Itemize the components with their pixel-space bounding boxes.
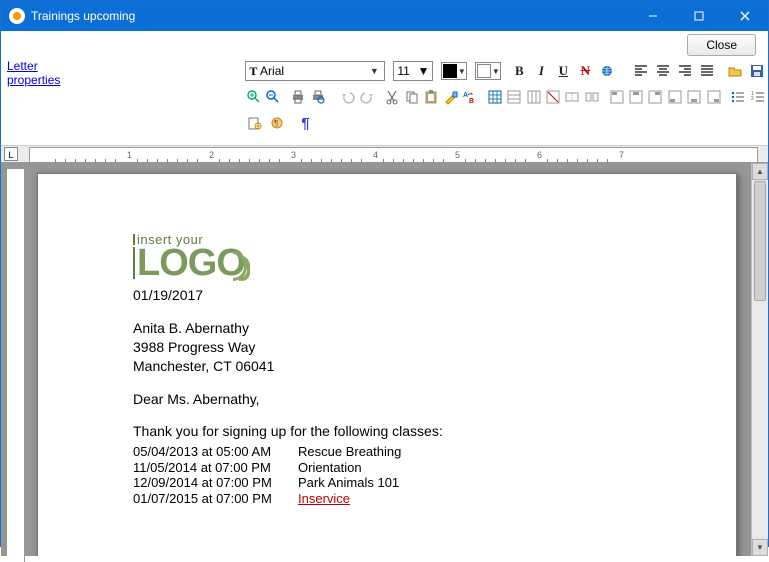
class-datetime: 01/07/2015 at 07:00 PM — [133, 491, 298, 507]
table-merge-button[interactable] — [564, 87, 581, 107]
class-name: Rescue Breathing — [298, 444, 401, 460]
letter-date: 01/19/2017 — [133, 287, 676, 304]
table-split-button[interactable] — [583, 87, 600, 107]
find-replace-button[interactable]: AB — [461, 87, 478, 107]
intro-text: Thank you for signing up for the followi… — [133, 423, 676, 440]
svg-text:¶: ¶ — [274, 119, 278, 128]
recipient-city: Manchester, CT 06041 — [133, 358, 676, 375]
titlebar: Trainings upcoming — [1, 1, 768, 31]
align-justify-button[interactable] — [697, 61, 717, 81]
recipient-street: 3988 Progress Way — [133, 339, 676, 356]
font-size-select[interactable]: 11 ▼ — [393, 61, 433, 81]
window-close-button[interactable] — [722, 1, 768, 31]
undo-button[interactable] — [339, 87, 356, 107]
strikethrough-button[interactable]: N — [575, 61, 595, 81]
window-title: Trainings upcoming — [31, 9, 630, 23]
ruler-mark: 4 — [373, 150, 378, 160]
class-row: 01/07/2015 at 07:00 PMInservice — [133, 491, 676, 507]
logo-arcs-icon — [241, 251, 250, 283]
ruler-mark: 7 — [619, 150, 624, 160]
svg-text:B: B — [469, 98, 474, 105]
italic-button[interactable]: I — [531, 61, 551, 81]
class-row: 11/05/2014 at 07:00 PMOrientation — [133, 460, 676, 476]
cell-align-bl-button[interactable] — [666, 87, 683, 107]
editor-toolbars: T Arial ▼ 11 ▼ ▼ ▼ B I U N — [245, 59, 769, 137]
vertical-scrollbar[interactable]: ▲ ▼ — [751, 163, 768, 556]
print-button[interactable] — [290, 87, 307, 107]
table-insert-row-button[interactable] — [505, 87, 522, 107]
minimize-button[interactable] — [630, 1, 676, 31]
insert-hyperlink-button[interactable] — [597, 61, 617, 81]
dropdown-icon: ▼ — [367, 66, 381, 76]
font-family-value: Arial — [260, 64, 284, 78]
cell-align-tl-button[interactable] — [608, 87, 625, 107]
logo-line2: LOGO — [133, 247, 245, 279]
font-size-value: 11 — [397, 64, 409, 78]
insert-field-button[interactable] — [245, 113, 265, 133]
ruler-mark: 5 — [455, 150, 460, 160]
letter-properties-link[interactable]: Letter properties — [7, 59, 60, 87]
text-color-picker[interactable]: ▼ — [441, 62, 467, 80]
close-button[interactable]: Close — [687, 34, 756, 56]
bold-button[interactable]: B — [509, 61, 529, 81]
ruler-mark: 3 — [291, 150, 296, 160]
class-datetime: 05/04/2013 at 05:00 AM — [133, 444, 298, 460]
recipient-name: Anita B. Abernathy — [133, 320, 676, 337]
align-right-button[interactable] — [675, 61, 695, 81]
print-preview-button[interactable] — [309, 87, 326, 107]
scroll-thumb[interactable] — [754, 181, 766, 301]
scroll-down-button[interactable]: ▼ — [752, 539, 768, 556]
ruler-mark: 2 — [209, 150, 214, 160]
classes-list: 05/04/2013 at 05:00 AMRescue Breathing11… — [133, 444, 676, 506]
class-name: Inservice — [298, 491, 350, 507]
scroll-up-button[interactable]: ▲ — [752, 163, 768, 180]
bullet-list-button[interactable] — [730, 87, 747, 107]
svg-text:2: 2 — [751, 96, 754, 102]
dropdown-icon: ▼ — [417, 64, 429, 78]
cell-align-tr-button[interactable] — [647, 87, 664, 107]
class-name: Park Animals 101 — [298, 475, 399, 491]
maximize-button[interactable] — [676, 1, 722, 31]
top-toolbar: Close — [1, 31, 768, 59]
class-row: 12/09/2014 at 07:00 PMPark Animals 101 — [133, 475, 676, 491]
paste-button[interactable] — [422, 87, 439, 107]
ruler-mark: 6 — [537, 150, 542, 160]
salutation: Dear Ms. Abernathy, — [133, 391, 676, 408]
class-name: Orientation — [298, 460, 362, 476]
copy-button[interactable] — [403, 87, 420, 107]
logo-placeholder: insert your LOGO — [133, 234, 254, 279]
show-paragraph-button[interactable]: ¶ — [295, 113, 315, 133]
numbered-list-button[interactable]: 12 — [749, 87, 766, 107]
cell-align-br-button[interactable] — [705, 87, 722, 107]
align-center-button[interactable] — [653, 61, 673, 81]
cell-align-tc-button[interactable] — [627, 87, 644, 107]
insert-symbol-button[interactable]: ¶ — [267, 113, 287, 133]
redo-button[interactable] — [359, 87, 376, 107]
highlight-color-picker[interactable]: ▼ — [475, 62, 501, 80]
save-button[interactable] — [747, 61, 767, 81]
cell-align-bc-button[interactable] — [685, 87, 702, 107]
zoom-in-button[interactable] — [245, 87, 262, 107]
open-button[interactable] — [725, 61, 745, 81]
tab-align-toggle[interactable]: L — [4, 147, 18, 161]
vertical-ruler[interactable] — [7, 169, 25, 562]
insert-table-button[interactable] — [486, 87, 503, 107]
svg-text:A: A — [463, 92, 468, 99]
table-insert-col-button[interactable] — [525, 87, 542, 107]
cut-button[interactable] — [384, 87, 401, 107]
zoom-out-button[interactable] — [265, 87, 282, 107]
document-page[interactable]: insert your LOGO 01/19/2017 Anita B. Abe… — [37, 173, 737, 556]
font-family-select[interactable]: T Arial ▼ — [245, 61, 385, 81]
align-left-button[interactable] — [631, 61, 651, 81]
underline-button[interactable]: U — [553, 61, 573, 81]
table-delete-button[interactable] — [544, 87, 561, 107]
format-painter-button[interactable] — [442, 87, 459, 107]
class-row: 05/04/2013 at 05:00 AMRescue Breathing — [133, 444, 676, 460]
app-icon — [9, 8, 25, 24]
class-datetime: 11/05/2014 at 07:00 PM — [133, 460, 298, 476]
horizontal-ruler[interactable]: L 1 2 3 4 5 6 7 — [1, 145, 768, 163]
editor-area: insert your LOGO 01/19/2017 Anita B. Abe… — [1, 163, 768, 556]
class-datetime: 12/09/2014 at 07:00 PM — [133, 475, 298, 491]
ruler-mark: 1 — [127, 150, 132, 160]
